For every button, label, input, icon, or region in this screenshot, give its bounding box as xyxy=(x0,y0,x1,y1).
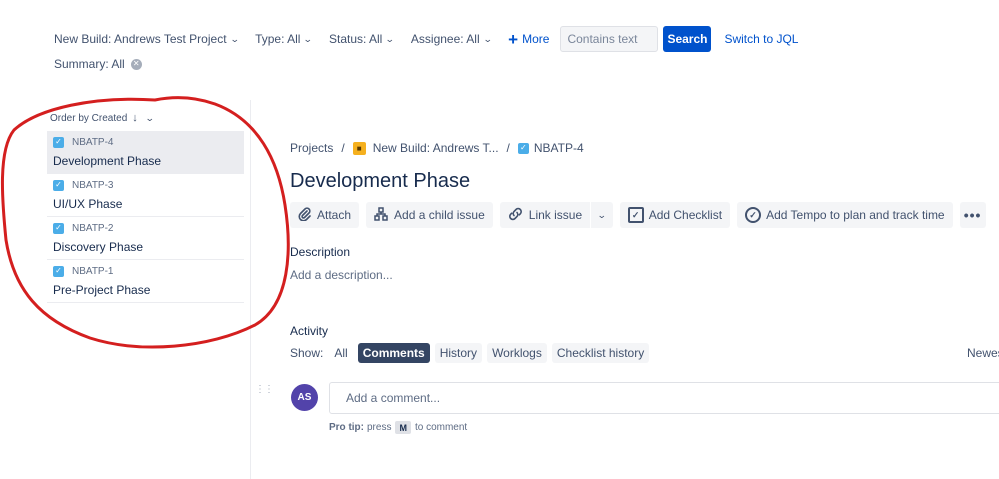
search-button[interactable]: Search xyxy=(663,26,712,52)
attach-button[interactable]: Attach xyxy=(290,202,360,228)
search-input[interactable] xyxy=(560,26,659,52)
issue-type-task-icon: ✓ xyxy=(517,142,529,154)
issue-type-task-icon: ✓ xyxy=(53,222,64,234)
link-issue-group: Link issue ⌄ xyxy=(499,202,613,228)
status-filter[interactable]: Status: All ⌄ xyxy=(328,32,396,46)
breadcrumb-issue[interactable]: ✓ NBATP-4 xyxy=(517,141,584,155)
list-item[interactable]: ✓ NBATP-4 Development Phase xyxy=(47,131,244,174)
issue-key: NBATP-2 xyxy=(72,222,114,234)
breadcrumb-separator: / xyxy=(341,141,345,155)
issue-type-task-icon: ✓ xyxy=(53,265,64,277)
add-checklist-label: Add Checklist xyxy=(648,208,723,222)
issue-toolbar: Attach Add a child issue Link issue ⌄ ✓ … xyxy=(290,202,993,228)
summary-filter-label: Summary: All xyxy=(54,57,125,71)
breadcrumb-issue-key: NBATP-4 xyxy=(533,141,584,155)
chevron-down-icon: ⌄ xyxy=(597,209,607,220)
hierarchy-icon xyxy=(374,206,388,224)
add-child-label: Add a child issue xyxy=(394,208,485,222)
issue-summary: UI/UX Phase xyxy=(53,197,123,211)
show-label: Show: xyxy=(290,346,324,360)
more-filters-button[interactable]: + More xyxy=(508,31,549,48)
type-filter-label: Type: All xyxy=(255,32,301,46)
list-item[interactable]: ✓ NBATP-1 Pre-Project Phase xyxy=(47,260,244,303)
add-checklist-button[interactable]: ✓ Add Checklist xyxy=(619,202,731,228)
tab-comments[interactable]: Comments xyxy=(357,343,430,363)
clear-icon[interactable]: ✕ xyxy=(130,58,142,70)
project-filter-label: New Build: Andrews Test Project xyxy=(54,32,227,46)
attach-label: Attach xyxy=(317,208,352,222)
resize-handle[interactable]: ⋮⋮ xyxy=(255,384,274,395)
issue-type-task-icon: ✓ xyxy=(53,136,64,148)
link-issue-label: Link issue xyxy=(528,208,583,222)
description-field[interactable]: Add a description... xyxy=(290,268,393,282)
chevron-down-icon: ⌄ xyxy=(482,33,493,44)
summary-filter[interactable]: Summary: All ✕ xyxy=(54,57,142,71)
check-circle-icon: ✓ xyxy=(745,207,762,223)
tab-worklogs[interactable]: Worklogs xyxy=(487,343,547,363)
issue-key: NBATP-1 xyxy=(72,265,114,277)
project-avatar-icon: ■ xyxy=(352,141,366,155)
pro-tip-press: press xyxy=(367,422,392,433)
filter-bar: New Build: Andrews Test Project ⌄ Type: … xyxy=(54,26,798,52)
link-issue-dropdown[interactable]: ⌄ xyxy=(590,202,613,228)
page-title[interactable]: Development Phase xyxy=(290,170,470,193)
chevron-down-icon: ⌄ xyxy=(303,33,314,44)
chevron-down-icon: ⌄ xyxy=(229,33,240,44)
keyboard-shortcut-key: M xyxy=(395,421,411,434)
tab-history[interactable]: History xyxy=(434,343,483,363)
add-tempo-label: Add Tempo to plan and track time xyxy=(766,208,945,222)
activity-filter-tabs: Show: All Comments History Worklogs Chec… xyxy=(290,343,654,363)
issue-key: NBATP-3 xyxy=(72,179,114,191)
comment-input[interactable] xyxy=(329,382,999,414)
pro-tip-suffix: to comment xyxy=(414,422,468,433)
breadcrumb: Projects / ■ New Build: Andrews T... / ✓… xyxy=(290,141,584,155)
link-icon xyxy=(508,207,523,224)
description-heading: Description xyxy=(290,245,351,259)
tab-all[interactable]: All xyxy=(329,343,352,363)
paperclip-icon xyxy=(298,206,311,224)
more-dots-icon: ••• xyxy=(963,207,982,223)
issue-list: ✓ NBATP-4 Development Phase ✓ NBATP-3 UI… xyxy=(47,131,244,303)
list-item[interactable]: ✓ NBATP-2 Discovery Phase xyxy=(47,217,244,260)
list-item[interactable]: ✓ NBATP-3 UI/UX Phase xyxy=(47,174,244,217)
order-by-dropdown[interactable]: Order by Created ↓ ⌄ xyxy=(50,112,155,124)
add-tempo-button[interactable]: ✓ Add Tempo to plan and track time xyxy=(737,202,953,228)
more-filters-label: More xyxy=(522,32,550,46)
tab-checklist-history[interactable]: Checklist history xyxy=(551,343,650,363)
order-by-label: Order by Created xyxy=(50,112,128,124)
issue-summary: Development Phase xyxy=(53,154,162,168)
breadcrumb-project[interactable]: New Build: Andrews T... xyxy=(373,141,499,155)
activity-heading: Activity xyxy=(290,324,329,338)
chevron-down-icon: ⌄ xyxy=(144,112,155,123)
type-filter[interactable]: Type: All ⌄ xyxy=(255,32,314,46)
status-filter-label: Status: All xyxy=(328,32,383,46)
chevron-down-icon: ⌄ xyxy=(385,33,396,44)
pro-tip-label: Pro tip: xyxy=(329,422,364,433)
issue-type-task-icon: ✓ xyxy=(53,179,64,191)
link-issue-button[interactable]: Link issue xyxy=(499,202,591,228)
avatar: AS xyxy=(291,384,318,411)
issue-list-panel: Order by Created ↓ ⌄ ✓ NBATP-4 Developme… xyxy=(0,100,251,479)
assignee-filter-label: Assignee: All xyxy=(410,32,480,46)
arrow-down-icon[interactable]: ↓ xyxy=(132,112,138,124)
sort-order-button[interactable]: Newes xyxy=(967,346,999,360)
project-filter[interactable]: New Build: Andrews Test Project ⌄ xyxy=(54,32,240,46)
breadcrumb-projects[interactable]: Projects xyxy=(290,141,333,155)
issue-key: NBATP-4 xyxy=(72,136,114,148)
checklist-icon: ✓ xyxy=(627,207,644,223)
add-child-issue-button[interactable]: Add a child issue xyxy=(366,202,493,228)
issue-summary: Pre-Project Phase xyxy=(53,283,151,297)
more-actions-button[interactable]: ••• xyxy=(959,202,986,228)
pro-tip: Pro tip: press M to comment xyxy=(329,421,467,434)
issue-summary: Discovery Phase xyxy=(53,240,144,254)
plus-icon: + xyxy=(508,29,519,49)
assignee-filter[interactable]: Assignee: All ⌄ xyxy=(410,32,493,46)
breadcrumb-separator: / xyxy=(506,141,510,155)
switch-to-jql-link[interactable]: Switch to JQL xyxy=(724,32,798,46)
